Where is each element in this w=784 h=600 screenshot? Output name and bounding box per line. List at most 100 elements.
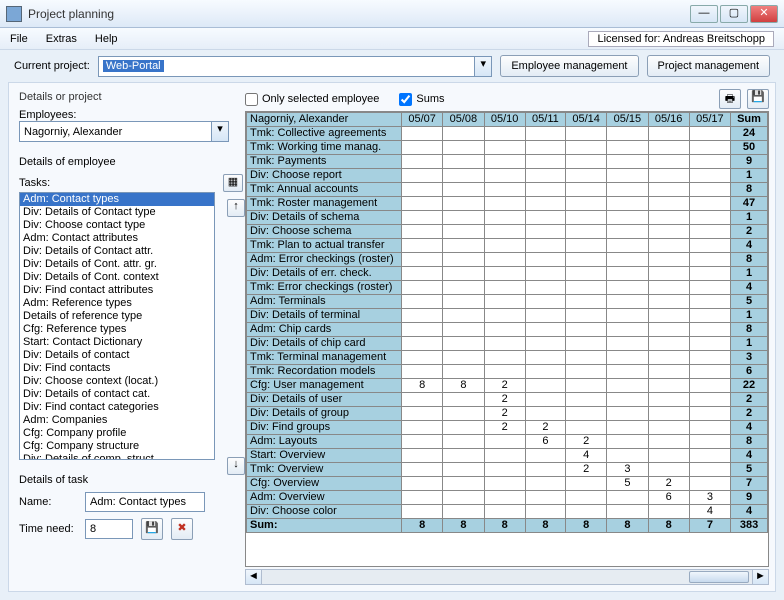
grid-cell[interactable]: 2 — [566, 463, 607, 477]
planning-grid[interactable]: Nagorniy, Alexander05/0705/0805/1005/110… — [245, 111, 769, 567]
delete-task-button[interactable]: ✖ — [171, 518, 193, 540]
grid-cell[interactable] — [648, 169, 689, 183]
grid-cell[interactable] — [566, 155, 607, 169]
only-selected-checkbox[interactable]: Only selected employee — [245, 93, 379, 106]
grid-cell[interactable] — [689, 309, 730, 323]
grid-cell[interactable] — [402, 337, 443, 351]
grid-cell[interactable] — [402, 155, 443, 169]
new-task-button[interactable]: ▦ — [223, 174, 243, 192]
grid-cell[interactable] — [607, 211, 648, 225]
grid-cell[interactable]: 8 — [402, 379, 443, 393]
grid-cell[interactable] — [566, 505, 607, 519]
grid-cell[interactable] — [689, 421, 730, 435]
grid-cell[interactable] — [648, 351, 689, 365]
grid-cell[interactable] — [648, 337, 689, 351]
grid-cell[interactable] — [607, 267, 648, 281]
grid-cell[interactable] — [689, 323, 730, 337]
grid-cell[interactable] — [648, 365, 689, 379]
grid-cell[interactable] — [607, 127, 648, 141]
grid-cell[interactable] — [689, 477, 730, 491]
grid-cell[interactable] — [525, 253, 565, 267]
grid-cell[interactable] — [484, 491, 525, 505]
grid-cell[interactable] — [443, 421, 484, 435]
grid-cell[interactable] — [607, 253, 648, 267]
grid-cell[interactable] — [648, 155, 689, 169]
grid-cell[interactable] — [402, 253, 443, 267]
grid-cell[interactable] — [402, 463, 443, 477]
grid-cell[interactable] — [443, 505, 484, 519]
grid-cell[interactable] — [566, 491, 607, 505]
grid-cell[interactable] — [648, 463, 689, 477]
grid-cell[interactable] — [443, 463, 484, 477]
grid-cell[interactable] — [484, 183, 525, 197]
grid-cell[interactable] — [607, 435, 648, 449]
grid-cell[interactable]: 2 — [484, 379, 525, 393]
grid-cell[interactable] — [484, 239, 525, 253]
grid-cell[interactable] — [402, 267, 443, 281]
grid-cell[interactable] — [566, 281, 607, 295]
grid-cell[interactable] — [443, 197, 484, 211]
close-button[interactable]: ✕ — [750, 5, 778, 23]
grid-cell[interactable] — [648, 449, 689, 463]
grid-cell[interactable] — [648, 267, 689, 281]
scroll-thumb[interactable] — [689, 571, 749, 583]
grid-cell[interactable] — [443, 267, 484, 281]
grid-cell[interactable] — [648, 393, 689, 407]
grid-cell[interactable] — [484, 155, 525, 169]
task-item[interactable]: Div: Details of contact — [20, 349, 214, 362]
grid-cell[interactable] — [402, 211, 443, 225]
grid-cell[interactable] — [566, 295, 607, 309]
grid-cell[interactable] — [607, 505, 648, 519]
grid-cell[interactable] — [689, 225, 730, 239]
grid-cell[interactable] — [689, 197, 730, 211]
grid-cell[interactable] — [484, 365, 525, 379]
grid-cell[interactable] — [648, 505, 689, 519]
grid-cell[interactable]: 5 — [607, 477, 648, 491]
grid-cell[interactable] — [484, 351, 525, 365]
grid-cell[interactable] — [689, 351, 730, 365]
grid-cell[interactable]: 3 — [689, 491, 730, 505]
grid-cell[interactable] — [402, 127, 443, 141]
grid-cell[interactable] — [443, 281, 484, 295]
grid-cell[interactable] — [484, 295, 525, 309]
grid-cell[interactable] — [607, 155, 648, 169]
grid-cell[interactable] — [402, 435, 443, 449]
grid-cell[interactable] — [525, 337, 565, 351]
grid-cell[interactable] — [566, 225, 607, 239]
grid-cell[interactable] — [566, 197, 607, 211]
employee-combo[interactable]: Nagorniy, Alexander ▾ — [19, 121, 229, 142]
grid-cell[interactable] — [484, 281, 525, 295]
grid-cell[interactable] — [648, 281, 689, 295]
grid-cell[interactable] — [443, 449, 484, 463]
task-item[interactable]: Div: Details of Contact attr. — [20, 245, 214, 258]
only-selected-input[interactable] — [245, 93, 258, 106]
grid-cell[interactable]: 4 — [689, 505, 730, 519]
grid-cell[interactable] — [484, 505, 525, 519]
grid-cell[interactable] — [484, 211, 525, 225]
grid-cell[interactable] — [607, 323, 648, 337]
grid-cell[interactable]: 2 — [484, 393, 525, 407]
grid-cell[interactable] — [566, 379, 607, 393]
grid-cell[interactable] — [443, 435, 484, 449]
grid-cell[interactable] — [484, 169, 525, 183]
grid-cell[interactable] — [402, 491, 443, 505]
move-up-button[interactable]: ↑ — [227, 199, 245, 217]
grid-cell[interactable] — [648, 211, 689, 225]
grid-cell[interactable] — [648, 323, 689, 337]
grid-cell[interactable] — [607, 281, 648, 295]
scroll-right-button[interactable]: ► — [752, 570, 768, 584]
grid-cell[interactable] — [443, 295, 484, 309]
grid-cell[interactable] — [443, 127, 484, 141]
grid-cell[interactable] — [566, 211, 607, 225]
grid-cell[interactable] — [607, 337, 648, 351]
grid-cell[interactable] — [402, 365, 443, 379]
grid-cell[interactable] — [525, 197, 565, 211]
grid-cell[interactable] — [525, 379, 565, 393]
grid-cell[interactable] — [607, 239, 648, 253]
grid-cell[interactable] — [689, 127, 730, 141]
grid-cell[interactable] — [484, 197, 525, 211]
grid-cell[interactable] — [689, 379, 730, 393]
grid-cell[interactable] — [566, 141, 607, 155]
grid-cell[interactable]: 6 — [648, 491, 689, 505]
grid-cell[interactable] — [566, 127, 607, 141]
